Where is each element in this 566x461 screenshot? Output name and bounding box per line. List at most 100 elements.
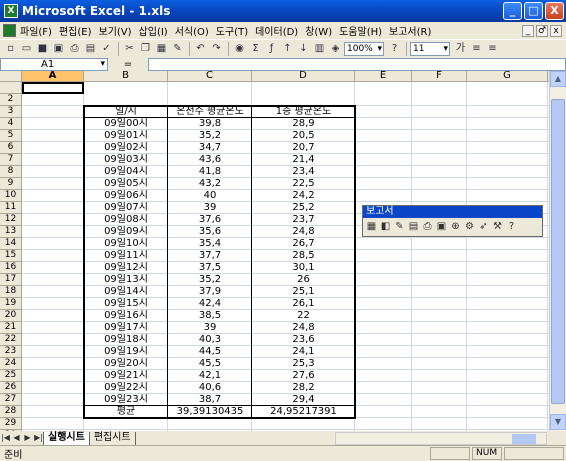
copy-icon[interactable]: ▣ <box>435 220 448 234</box>
spelling-icon[interactable]: ✓ <box>99 41 114 56</box>
print-preview-icon[interactable]: ▤ <box>83 41 98 56</box>
row-header[interactable]: 14 <box>0 238 22 250</box>
autosum-icon[interactable]: Σ <box>248 41 263 56</box>
menu-window[interactable]: 창(W) <box>305 23 332 38</box>
save-icon[interactable]: ■ <box>35 41 50 56</box>
column-header-a[interactable]: A <box>22 71 84 82</box>
row-header[interactable]: 12 <box>0 214 22 226</box>
row-header[interactable]: 25 <box>0 370 22 382</box>
menu-insert[interactable]: 삽입(I) <box>139 23 168 38</box>
column-header-g[interactable]: G <box>467 71 548 82</box>
row-header[interactable]: 28 <box>0 406 22 418</box>
print-icon[interactable]: ⎙ <box>421 220 434 234</box>
row-header[interactable]: 8 <box>0 166 22 178</box>
align-center-icon[interactable]: ≡ <box>485 41 500 56</box>
font-size-select[interactable]: 11 <box>410 41 450 56</box>
preview-icon[interactable]: ◧ <box>379 220 392 234</box>
zoom-icon[interactable]: ⊕ <box>449 220 462 234</box>
name-box[interactable]: A1 <box>0 57 108 71</box>
document-icon[interactable] <box>3 24 16 37</box>
column-header-c[interactable]: C <box>168 71 252 82</box>
column-header-b[interactable]: B <box>84 71 168 82</box>
column-header-d[interactable]: D <box>252 71 355 82</box>
formula-input[interactable] <box>148 57 566 71</box>
settings-icon[interactable]: ⚙ <box>463 220 476 234</box>
row-header[interactable]: 5 <box>0 130 22 142</box>
doc-close-button[interactable]: x <box>550 24 562 37</box>
permission-icon[interactable]: ▣ <box>51 41 66 56</box>
help-arrow-icon[interactable]: ➶ <box>477 220 490 234</box>
sheet-tab-edit[interactable]: 편집시트 <box>88 431 136 445</box>
hyperlink-icon[interactable]: ◉ <box>232 41 247 56</box>
menu-format[interactable]: 서식(O) <box>175 23 209 38</box>
row-header[interactable]: 18 <box>0 286 22 298</box>
scroll-up-icon[interactable]: ▲ <box>550 71 566 87</box>
row-header[interactable]: 17 <box>0 274 22 286</box>
horizontal-scrollbar[interactable] <box>335 432 547 445</box>
report-toolbar-title[interactable]: 보고서 <box>363 206 542 218</box>
help-icon[interactable]: ? <box>387 41 402 56</box>
sort-descending-icon[interactable]: ↓ <box>296 41 311 56</box>
next-sheet-icon[interactable]: ▶ <box>22 432 33 444</box>
align-left-icon[interactable]: ≡ <box>469 41 484 56</box>
sort-ascending-icon[interactable]: ↑ <box>280 41 295 56</box>
sheet-tab-run[interactable]: 실행시트 <box>43 431 90 445</box>
row-header[interactable]: 16 <box>0 262 22 274</box>
chart-icon[interactable]: ▤ <box>407 220 420 234</box>
excel-icon[interactable]: X <box>4 4 18 18</box>
close-button[interactable]: X <box>545 2 564 20</box>
select-all-corner[interactable] <box>0 71 22 82</box>
menu-file[interactable]: 파일(F) <box>20 23 52 38</box>
tools-icon[interactable]: ⚒ <box>491 220 504 234</box>
chart-wizard-icon[interactable]: ▥ <box>312 41 327 56</box>
doc-restore-button[interactable]: ♂ <box>536 24 548 37</box>
row-header[interactable]: 29 <box>0 418 22 430</box>
row-header[interactable]: 15 <box>0 250 22 262</box>
row-header[interactable]: 13 <box>0 226 22 238</box>
copy-icon[interactable]: ❐ <box>138 41 153 56</box>
new-icon[interactable]: ▫ <box>3 41 18 56</box>
first-sheet-icon[interactable]: |◀ <box>0 432 11 444</box>
minimize-button[interactable]: _ <box>503 2 522 20</box>
worksheet-grid[interactable]: ABCDEFGH23456789101112131415161718192021… <box>0 71 566 431</box>
row-header[interactable] <box>0 82 22 94</box>
menu-data[interactable]: 데이터(D) <box>255 23 298 38</box>
vertical-scroll-thumb[interactable] <box>551 99 565 404</box>
row-header[interactable]: 22 <box>0 334 22 346</box>
menu-view[interactable]: 보기(V) <box>99 23 132 38</box>
cut-icon[interactable]: ✂ <box>122 41 137 56</box>
drawing-icon[interactable]: ◈ <box>328 41 343 56</box>
menu-tools[interactable]: 도구(T) <box>216 23 248 38</box>
maximize-button[interactable]: □ <box>524 2 543 20</box>
row-header[interactable]: 20 <box>0 310 22 322</box>
row-header[interactable]: 23 <box>0 346 22 358</box>
row-header[interactable]: 19 <box>0 298 22 310</box>
menu-report[interactable]: 보고서(R) <box>389 23 431 38</box>
prev-sheet-icon[interactable]: ◀ <box>11 432 22 444</box>
format-painter-icon[interactable]: ✎ <box>170 41 185 56</box>
scroll-down-icon[interactable]: ▼ <box>550 414 566 430</box>
undo-icon[interactable]: ↶ <box>193 41 208 56</box>
doc-minimize-button[interactable]: _ <box>522 24 534 37</box>
horizontal-scroll-thumb[interactable] <box>512 434 536 444</box>
bold-button[interactable]: 가 <box>453 41 468 56</box>
row-header[interactable]: 10 <box>0 190 22 202</box>
question-icon[interactable]: ? <box>505 220 518 234</box>
column-header-e[interactable]: E <box>355 71 412 82</box>
active-cell-a1[interactable] <box>22 82 84 94</box>
row-header[interactable]: 9 <box>0 178 22 190</box>
column-header-f[interactable]: F <box>412 71 467 82</box>
row-header[interactable]: 21 <box>0 322 22 334</box>
row-header[interactable]: 27 <box>0 394 22 406</box>
menu-help[interactable]: 도움말(H) <box>339 23 382 38</box>
row-header[interactable]: 6 <box>0 142 22 154</box>
row-header[interactable]: 3 <box>0 106 22 118</box>
open-icon[interactable]: ▭ <box>19 41 34 56</box>
row-header[interactable]: 2 <box>0 94 22 106</box>
row-header[interactable]: 26 <box>0 382 22 394</box>
report-icon[interactable]: ▦ <box>365 220 378 234</box>
row-header[interactable]: 4 <box>0 118 22 130</box>
edit-icon[interactable]: ✎ <box>393 220 406 234</box>
print-icon[interactable]: ⎙ <box>67 41 82 56</box>
row-header[interactable]: 11 <box>0 202 22 214</box>
